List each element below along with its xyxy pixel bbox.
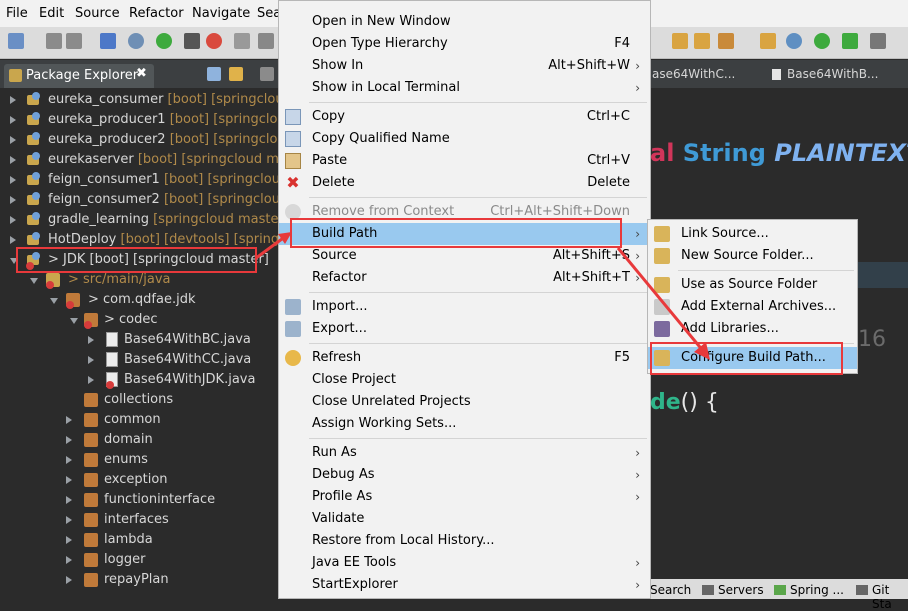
arrow-line-jdk-to-build-path (255, 234, 287, 260)
arrow-head (278, 232, 292, 244)
arrow-line-build-path-to-configure (616, 247, 706, 353)
annotation-arrows (255, 232, 710, 360)
